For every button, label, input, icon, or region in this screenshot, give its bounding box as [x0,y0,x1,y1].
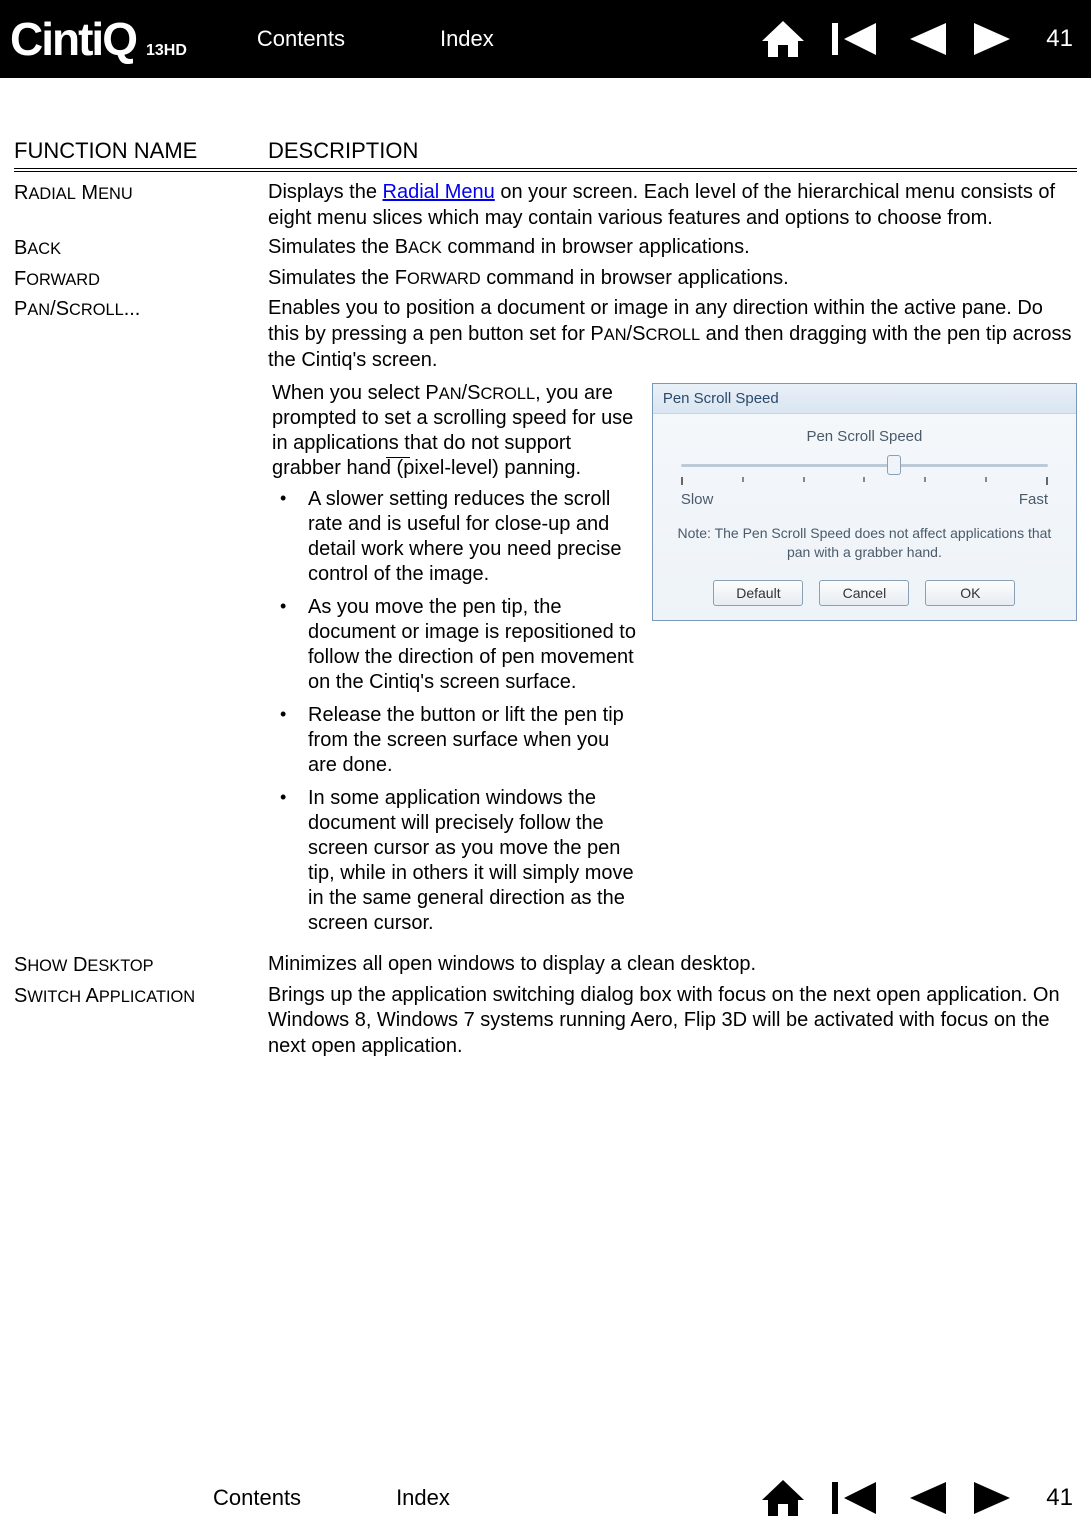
tick-mark [742,477,744,482]
bottom-nav-icons: 41 [760,1478,1081,1518]
row-forward: Forward Simulates the Forward command in… [14,266,1077,293]
index-link[interactable]: Index [440,26,494,52]
list-item: • In some application windows the docume… [272,786,640,936]
pan-scroll-intro: When you select Pan/Scroll, you are prom… [272,381,640,481]
fn-name-back: Back [14,235,268,262]
slider-thumb[interactable] [887,455,901,475]
table-header-row: FUNCTION NAME DESCRIPTION [14,138,1077,172]
first-page-icon[interactable] [830,19,880,59]
logo-sub-text: 13HD [146,42,187,60]
leader-line [386,457,410,458]
desc-show-desktop: Minimizes all open windows to display a … [268,952,1077,979]
row-back: Back Simulates the Back command in brows… [14,235,1077,262]
bottom-nav-links: Contents Index [213,1485,450,1511]
cancel-button[interactable]: Cancel [819,580,909,606]
slider-labels: Slow Fast [681,491,1048,508]
list-item: • As you move the pen tip, the document … [272,595,640,695]
header-description: DESCRIPTION [268,138,1077,164]
header-function-name: FUNCTION NAME [14,138,268,164]
back-icon[interactable] [904,19,948,59]
product-logo: CintiQ 13HD [0,12,187,66]
page-number-bottom: 41 [1046,1484,1073,1512]
fn-name-radial-menu: Radial Menu [14,180,268,231]
pan-scroll-details: When you select Pan/Scroll, you are prom… [14,381,1077,944]
home-icon[interactable] [760,1478,806,1518]
top-nav-icons: 41 [760,19,1081,59]
ok-button[interactable]: OK [925,580,1015,606]
dialog-note: Note: The Pen Scroll Speed does not affe… [671,524,1058,562]
pan-scroll-bullets: • A slower setting reduces the scroll ra… [272,487,640,936]
page-content: FUNCTION NAME DESCRIPTION Radial Menu Di… [0,78,1091,1468]
dialog-slider-label: Pen Scroll Speed [671,428,1058,445]
dialog-title: Pen Scroll Speed [653,384,1076,414]
top-nav-links: Contents Index [257,26,494,52]
fn-name-forward: Forward [14,266,268,293]
desc-forward: Simulates the Forward command in browser… [268,266,1077,293]
desc-radial-menu: Displays the Radial Menu on your screen.… [268,180,1077,231]
fn-name-switch-application: Switch Application [14,983,268,1060]
radial-menu-link[interactable]: Radial Menu [383,181,495,203]
pan-scroll-text-column: When you select Pan/Scroll, you are prom… [272,381,640,944]
bullet-text: As you move the pen tip, the document or… [308,595,640,695]
bullet-text: A slower setting reduces the scroll rate… [308,487,640,587]
default-button[interactable]: Default [713,580,803,606]
bullet-icon: • [272,786,308,936]
bottom-navigation-bar: Contents Index 41 [0,1468,1091,1526]
fn-name-pan-scroll: Pan/Scroll... [14,296,268,373]
row-radial-menu: Radial Menu Displays the Radial Menu on … [14,180,1077,231]
tick-mark [803,477,805,482]
slider-ticks [681,477,1048,485]
row-show-desktop: Show Desktop Minimizes all open windows … [14,952,1077,979]
forward-icon[interactable] [972,19,1016,59]
desc-back: Simulates the Back command in browser ap… [268,235,1077,262]
tick-mark [681,477,683,485]
contents-link-bottom[interactable]: Contents [213,1485,301,1511]
slider-slow-label: Slow [681,491,714,508]
contents-link[interactable]: Contents [257,26,345,52]
tick-mark [863,477,865,482]
bullet-text: In some application windows the document… [308,786,640,936]
dialog-button-row: Default Cancel OK [671,580,1058,606]
list-item: • A slower setting reduces the scroll ra… [272,487,640,587]
tick-mark [924,477,926,482]
logo-main-text: CintiQ [10,12,136,66]
back-icon[interactable] [904,1478,948,1518]
row-pan-scroll: Pan/Scroll... Enables you to position a … [14,296,1077,373]
row-switch-application: Switch Application Brings up the applica… [14,983,1077,1060]
dialog-body: Pen Scroll Speed Slow Fast [653,414,1076,620]
bullet-icon: • [272,595,308,695]
bullet-text: Release the button or lift the pen tip f… [308,703,640,778]
top-navigation-bar: CintiQ 13HD Contents Index 41 [0,0,1091,78]
first-page-icon[interactable] [830,1478,880,1518]
page-number-top: 41 [1046,25,1073,53]
bullet-icon: • [272,703,308,778]
speed-slider[interactable] [681,455,1048,475]
desc-switch-application: Brings up the application switching dial… [268,983,1077,1060]
forward-icon[interactable] [972,1478,1016,1518]
index-link-bottom[interactable]: Index [396,1485,450,1511]
pen-scroll-speed-dialog: Pen Scroll Speed Pen Scroll Speed [652,383,1077,621]
home-icon[interactable] [760,19,806,59]
tick-mark [1046,477,1048,485]
tick-mark [985,477,987,482]
slider-track-line [681,464,1048,467]
bullet-icon: • [272,487,308,587]
fn-name-show-desktop: Show Desktop [14,952,268,979]
slider-fast-label: Fast [1019,491,1048,508]
desc-pan-scroll: Enables you to position a document or im… [268,296,1077,373]
list-item: • Release the button or lift the pen tip… [272,703,640,778]
